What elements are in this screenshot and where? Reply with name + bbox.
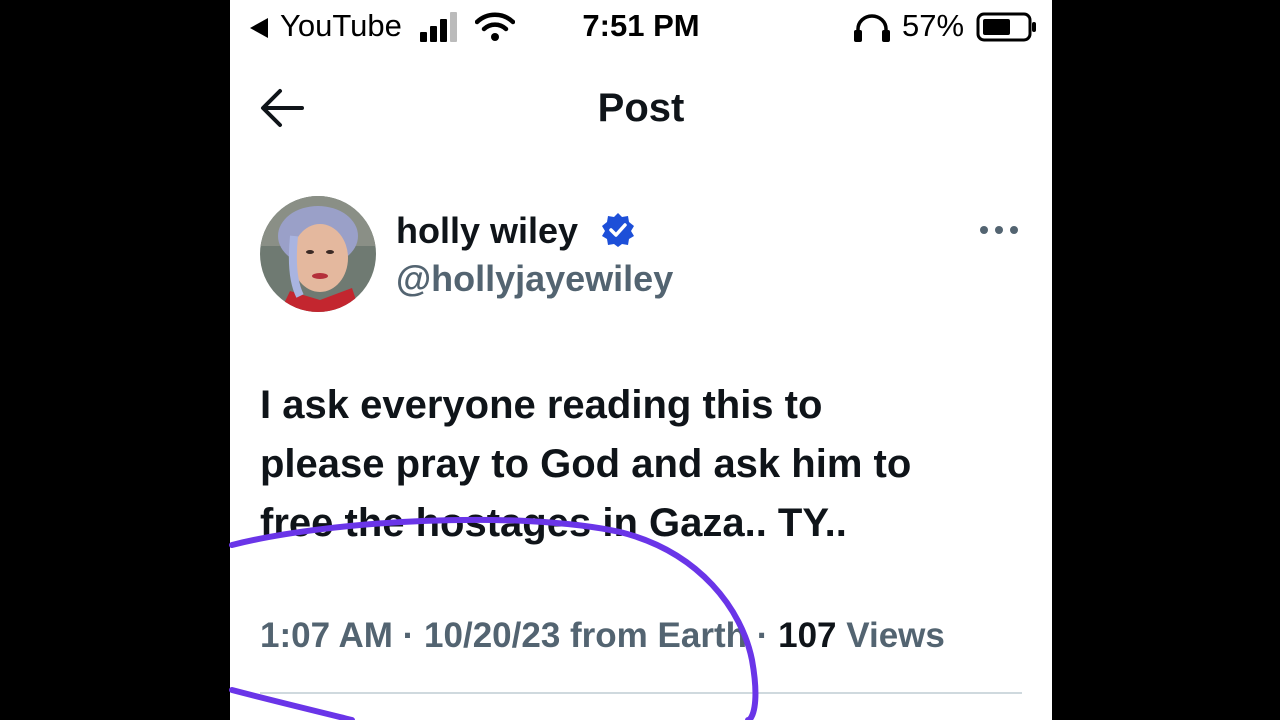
phone-screen: YouTube 7:51 PM 57% Post holly wiley @ho… <box>230 0 1052 720</box>
verified-badge-icon <box>600 212 636 253</box>
page-title: Post <box>597 86 685 130</box>
views-label[interactable]: Views <box>846 616 945 655</box>
headphones-icon <box>852 14 892 52</box>
post-text-line: free the hostages in Gaza.. TY.. <box>260 501 847 545</box>
meta-separator: · <box>756 616 769 655</box>
post-date[interactable]: 10/20/23 <box>424 616 560 655</box>
meta-separator: · <box>402 616 415 655</box>
post-text: I ask everyone reading this to please pr… <box>260 376 1020 553</box>
status-bar: YouTube 7:51 PM 57% <box>230 0 1052 56</box>
author-handle[interactable]: @hollyjayewiley <box>396 258 673 300</box>
battery-icon <box>976 12 1038 50</box>
post-meta: 1:07 AM · 10/20/23 from Earth · 107 View… <box>260 616 1040 656</box>
battery-percent: 57% <box>902 8 965 43</box>
views-count[interactable]: 107 <box>778 616 836 655</box>
post-header-bar: Post <box>230 60 1052 160</box>
post-text-line: please pray to God and ask him to <box>260 442 912 486</box>
author-name[interactable]: holly wiley <box>396 210 578 252</box>
post-text-line: I ask everyone reading this to <box>260 383 823 427</box>
post-source: from Earth <box>570 616 747 655</box>
more-options-icon[interactable] <box>974 212 1024 248</box>
post-time[interactable]: 1:07 AM <box>260 616 393 655</box>
divider <box>260 692 1022 694</box>
avatar[interactable] <box>260 196 376 312</box>
